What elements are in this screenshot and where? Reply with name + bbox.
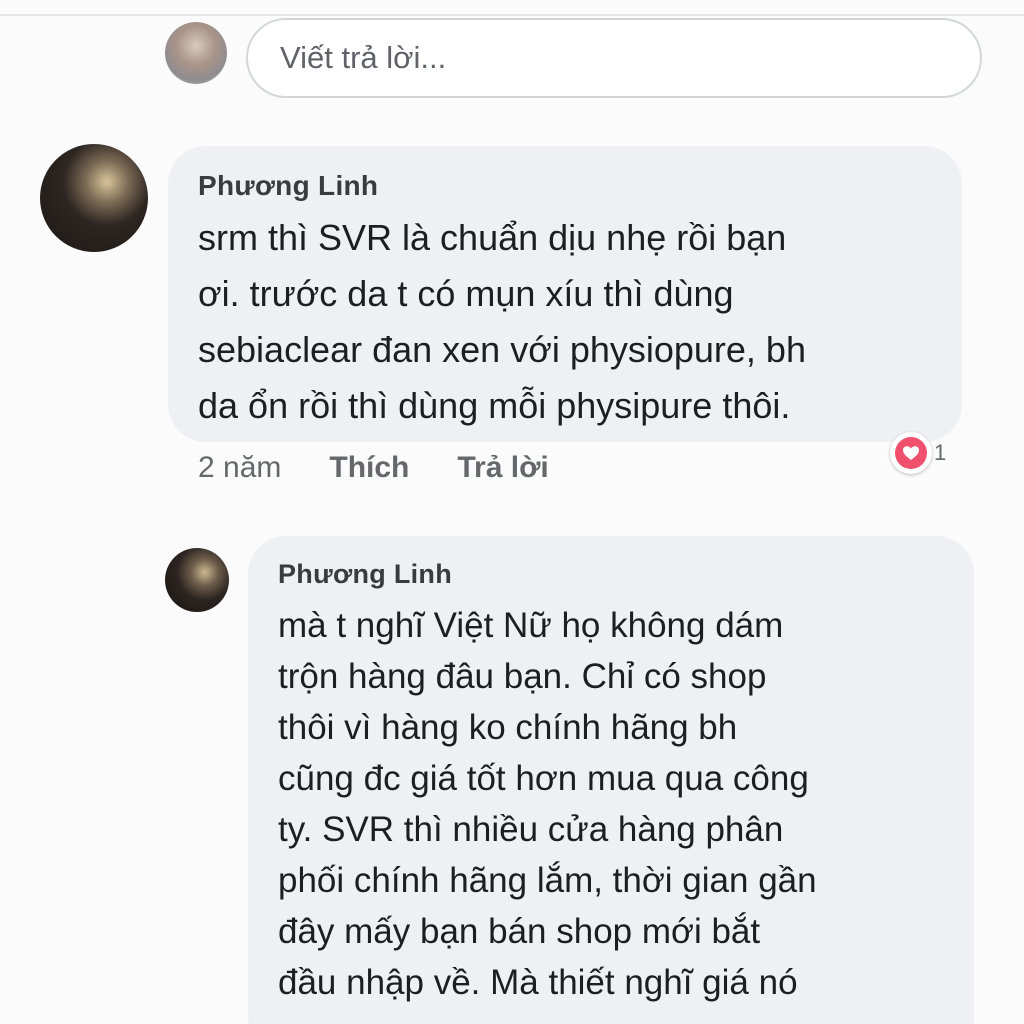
avatar[interactable] xyxy=(40,144,148,252)
current-user-avatar[interactable] xyxy=(165,22,227,84)
like-button[interactable]: Thích xyxy=(329,448,409,488)
reply-input[interactable]: Viết trả lời... xyxy=(246,18,982,98)
comment-author[interactable]: Phương Linh xyxy=(198,168,936,204)
comment-author[interactable]: Phương Linh xyxy=(278,556,954,592)
comment-bubble: Phương Linh srm thì SVR là chuẩn dịu nhẹ… xyxy=(168,146,962,442)
comment-timestamp[interactable]: 2 năm xyxy=(198,448,281,488)
divider xyxy=(0,14,1024,16)
comment-actions: 2 năm Thích Trả lời xyxy=(198,448,549,488)
heart-icon xyxy=(890,432,932,474)
comment-bubble: Phương Linh mà t nghĩ Việt Nữ họ không d… xyxy=(248,536,974,1024)
reply-input-placeholder: Viết trả lời... xyxy=(280,40,447,75)
comment-text: mà t nghĩ Việt Nữ họ không dám trộn hàng… xyxy=(278,606,817,1002)
reaction-summary[interactable]: 1 xyxy=(890,432,946,474)
reply-button[interactable]: Trả lời xyxy=(457,448,548,488)
reaction-count: 1 xyxy=(934,440,947,465)
comment-thread: Viết trả lời... Phương Linh srm thì SVR … xyxy=(0,0,1024,1024)
comment-text: srm thì SVR là chuẩn dịu nhẹ rồi bạn ơi.… xyxy=(198,217,806,426)
avatar[interactable] xyxy=(165,548,229,612)
